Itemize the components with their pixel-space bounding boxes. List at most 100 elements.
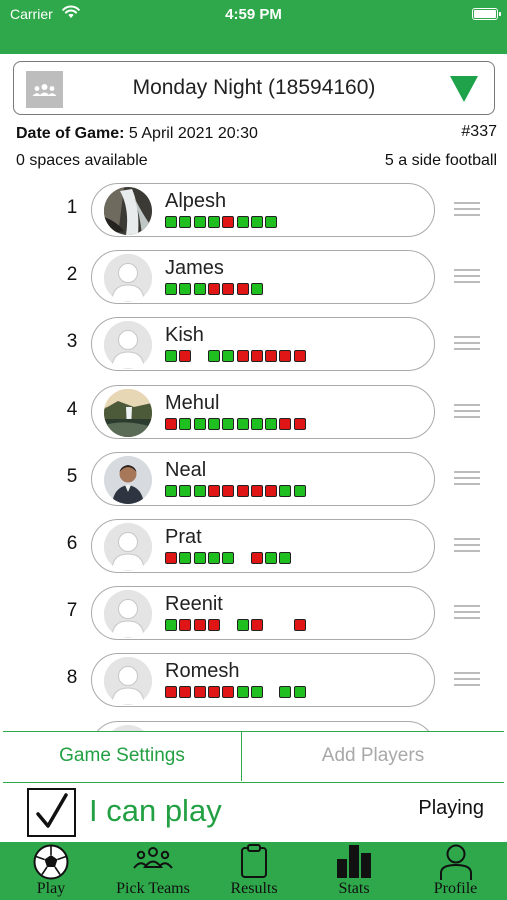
player-row[interactable]: 4 Mehul (0, 383, 507, 441)
player-position: 2 (66, 264, 78, 286)
form-loss-box (179, 686, 192, 699)
form-loss-box (193, 686, 206, 699)
person-icon (439, 844, 472, 880)
player-name: Prat (165, 526, 202, 548)
player-row[interactable]: 2 James (0, 248, 507, 306)
player-row[interactable]: 8 Romesh (0, 651, 507, 709)
form-win-box (236, 417, 249, 430)
form-loss-box (222, 216, 235, 228)
drag-handle-icon[interactable] (454, 269, 480, 287)
form-win-box (265, 216, 278, 228)
drag-handle-icon[interactable] (454, 470, 480, 489)
form-win-box (193, 552, 206, 564)
player-card[interactable] (91, 720, 435, 731)
form-win-box (222, 350, 235, 363)
drag-handle-icon[interactable] (454, 672, 480, 690)
player-form (165, 619, 385, 632)
drag-handle-icon[interactable] (454, 336, 480, 354)
form-win-box (293, 686, 306, 699)
form-loss-box (207, 283, 220, 296)
clock: 4:59 PM (225, 6, 282, 23)
player-avatar (104, 455, 152, 504)
form-win-box (279, 686, 292, 699)
form-win-box (165, 216, 177, 228)
player-card[interactable]: James (91, 250, 435, 305)
form-win-box (165, 350, 177, 363)
nav-play[interactable]: Play (0, 842, 102, 900)
form-win-box (279, 484, 292, 497)
form-loss-box (236, 484, 249, 497)
i-can-play-label[interactable]: I can play (89, 793, 222, 829)
form-loss-box (293, 619, 306, 632)
form-win-box (193, 216, 206, 228)
form-loss-box (265, 484, 278, 497)
player-row[interactable]: 3 Kish (0, 315, 507, 373)
form-win-box (165, 619, 177, 632)
drag-handle-icon[interactable] (454, 202, 480, 220)
form-loss-box (265, 350, 278, 363)
player-card[interactable]: Mehul (91, 384, 435, 439)
form-loss-box (165, 417, 177, 430)
drag-handle-icon[interactable] (454, 605, 480, 623)
nav-pick-teams[interactable]: Pick Teams (102, 842, 204, 900)
form-win-box (193, 417, 206, 430)
player-card[interactable]: Romesh (91, 653, 435, 708)
game-tab-bar: Game Settings Add Players (3, 731, 504, 783)
form-loss-box (165, 686, 177, 699)
player-row[interactable]: 1 Alpesh (0, 181, 507, 239)
group-selector[interactable]: Monday Night (18594160) (13, 61, 495, 115)
form-loss-box (207, 619, 220, 632)
form-win-box (179, 216, 192, 228)
player-form (165, 484, 385, 498)
player-card[interactable]: Prat (91, 519, 435, 573)
checkmark-icon (36, 793, 68, 828)
form-loss-box (250, 350, 263, 363)
nav-results[interactable]: Results (204, 842, 304, 900)
form-win-box (193, 484, 206, 497)
form-loss-box (179, 350, 192, 363)
form-win-box (193, 283, 206, 296)
game-number: #337 (461, 123, 497, 140)
team-icon (133, 847, 173, 869)
player-card[interactable]: Alpesh (91, 183, 435, 237)
player-name: Romesh (165, 660, 240, 683)
drag-handle-icon[interactable] (454, 403, 480, 422)
soccer-ball-icon (33, 844, 69, 880)
player-card[interactable]: Neal (91, 451, 435, 506)
form-win-box (236, 619, 249, 632)
player-card[interactable]: Kish (91, 317, 435, 372)
player-form (165, 350, 385, 363)
i-can-play-checkbox[interactable] (27, 788, 76, 837)
player-position: 6 (66, 533, 78, 554)
nav-results-label: Results (230, 880, 278, 897)
player-name: Alpesh (165, 190, 227, 212)
player-name: Reenit (165, 593, 223, 616)
player-position: 5 (66, 465, 78, 487)
player-card[interactable]: Reenit (91, 586, 435, 641)
form-win-box (222, 552, 235, 564)
game-format: 5 a side football (384, 152, 497, 169)
form-win-box (293, 484, 306, 497)
form-win-box (179, 552, 192, 564)
nav-stats[interactable]: Stats (304, 842, 404, 900)
player-avatar (104, 523, 152, 571)
player-form (165, 216, 385, 229)
player-row[interactable]: 5 Neal (0, 450, 507, 508)
tab-game-settings[interactable]: Game Settings (3, 732, 242, 781)
player-form (165, 417, 385, 431)
nav-play-label: Play (36, 880, 66, 897)
drag-handle-icon[interactable] (454, 538, 480, 556)
form-win-box (236, 216, 249, 228)
group-title: Monday Night (18594160) (132, 76, 376, 99)
player-row[interactable] (0, 719, 507, 731)
dropdown-arrow-icon[interactable] (450, 76, 478, 102)
clipboard-icon (241, 844, 267, 878)
form-loss-box (222, 686, 235, 699)
player-form (165, 283, 385, 296)
bottom-nav: Play Pick Teams Results Stats Profile (0, 842, 507, 900)
form-loss-box (279, 417, 292, 430)
player-row[interactable]: 7 Reenit (0, 584, 507, 642)
player-row[interactable]: 6 Prat (0, 517, 507, 575)
nav-profile[interactable]: Profile (404, 842, 507, 900)
tab-add-players[interactable]: Add Players (242, 732, 504, 781)
